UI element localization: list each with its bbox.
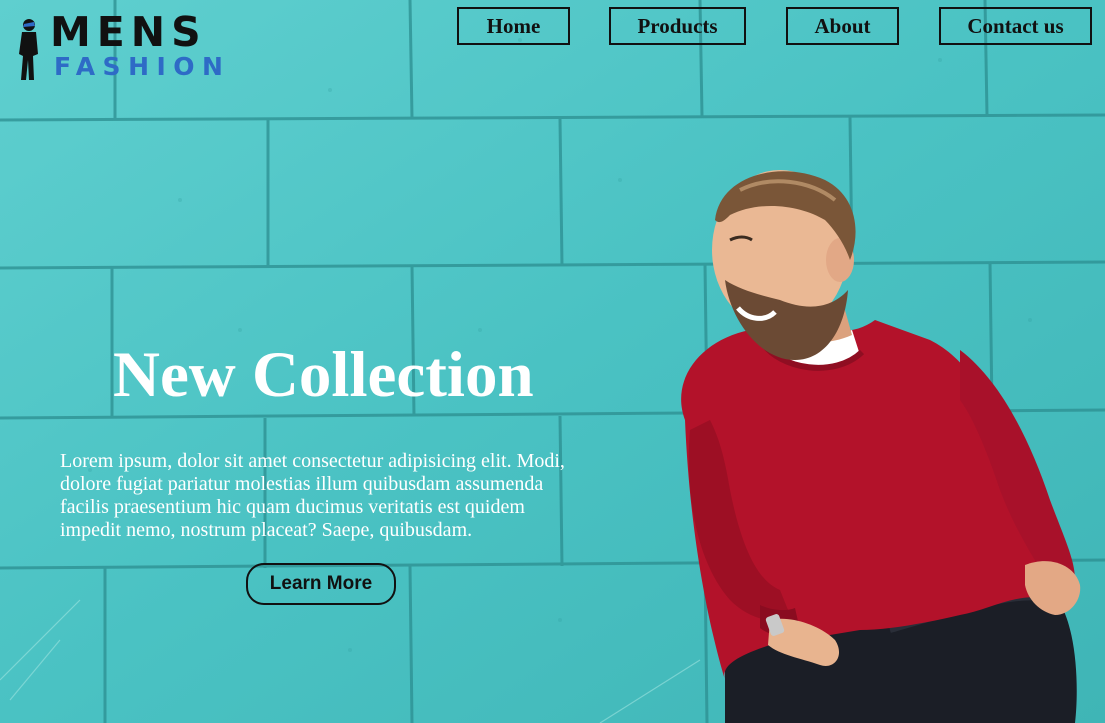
model-photo [630, 160, 1105, 723]
brand-name-primary: MENS [50, 8, 207, 56]
brand-logo[interactable]: MENS FASHION [14, 12, 259, 82]
man-silhouette-icon [14, 18, 44, 82]
nav-home-button[interactable]: Home [457, 7, 570, 45]
nav-about-button[interactable]: About [786, 7, 899, 45]
man-in-red-sweater-image [681, 170, 1081, 723]
nav-contact-button[interactable]: Contact us [939, 7, 1092, 45]
learn-more-button[interactable]: Learn More [246, 563, 396, 605]
hero-title: New Collection [113, 339, 534, 411]
hero-description: Lorem ipsum, dolor sit amet consectetur … [60, 450, 565, 541]
brand-name-secondary: FASHION [54, 52, 231, 81]
nav-products-button[interactable]: Products [609, 7, 746, 45]
